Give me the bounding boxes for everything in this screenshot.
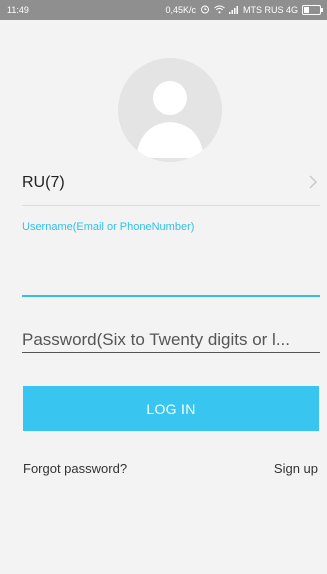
status-right: 0,45K/c MTS RUS 4G bbox=[165, 4, 323, 16]
battery-icon bbox=[302, 5, 323, 15]
forgot-password-link[interactable]: Forgot password? bbox=[23, 461, 127, 476]
carrier-label: MTS RUS 4G bbox=[242, 5, 298, 15]
avatar[interactable] bbox=[118, 58, 222, 162]
username-label: Username(Email or PhoneNumber) bbox=[22, 221, 195, 233]
wifi-icon bbox=[214, 5, 225, 16]
login-button[interactable]: LOG IN bbox=[23, 386, 319, 431]
battery-fill bbox=[304, 7, 310, 13]
password-input[interactable] bbox=[22, 327, 320, 353]
country-code: RU(7) bbox=[22, 174, 65, 191]
username-input[interactable] bbox=[22, 240, 320, 297]
chevron-right-icon bbox=[308, 174, 318, 195]
country-selector[interactable]: RU(7) bbox=[22, 167, 320, 206]
status-time: 11:49 bbox=[7, 5, 29, 15]
sign-up-link[interactable]: Sign up bbox=[274, 461, 318, 476]
signal-icon bbox=[228, 5, 239, 16]
network-speed: 0,45K/c bbox=[165, 5, 196, 15]
alarm-icon bbox=[200, 4, 210, 16]
user-silhouette-icon bbox=[136, 81, 204, 158]
status-bar: 11:49 0,45K/c MTS RUS 4G bbox=[0, 0, 327, 20]
